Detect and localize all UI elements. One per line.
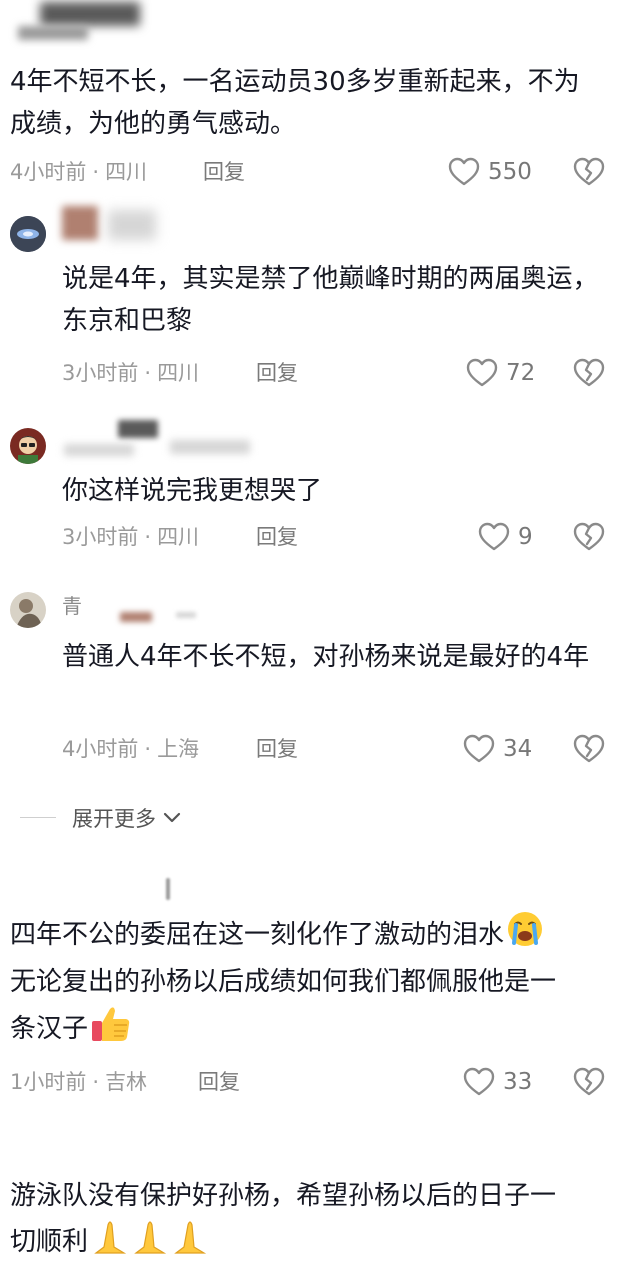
reply-button[interactable]: 回复	[203, 157, 245, 187]
like-button[interactable]: 34	[463, 732, 532, 766]
like-button[interactable]: 33	[463, 1065, 532, 1099]
folded-hands-emoji	[90, 1217, 210, 1268]
username-blurred	[40, 2, 140, 26]
heart-outline-icon	[463, 734, 495, 763]
reply-location: 四川	[157, 361, 200, 385]
reply-button[interactable]: 回复	[256, 358, 298, 388]
username-blurred	[120, 612, 152, 622]
comment-text-line: 四年不公的委屈在这一刻化作了激动的泪水	[10, 920, 505, 950]
comment-meta: 1小时前 · 吉林	[10, 1067, 147, 1097]
like-count: 72	[506, 360, 536, 386]
like-count: 34	[503, 736, 533, 762]
reply-location: 四川	[157, 525, 200, 549]
separator-dot: ·	[144, 525, 152, 549]
reply-time: 3小时前	[62, 361, 139, 385]
username-blurred	[18, 26, 88, 40]
broken-heart-icon	[573, 734, 605, 763]
dislike-button[interactable]	[572, 356, 606, 390]
username-fragment: 青	[62, 594, 82, 618]
reply-meta: 3小时前 · 四川	[62, 522, 199, 552]
reply-button[interactable]: 回复	[256, 734, 298, 764]
reply-button[interactable]: 回复	[198, 1067, 240, 1097]
reply-text: 你这样说完我更想哭了	[62, 476, 323, 506]
loudly-crying-face-emoji	[506, 910, 544, 961]
username-blurred	[64, 444, 134, 456]
comment-text-line: 条汉子	[10, 1014, 89, 1044]
heart-outline-icon	[466, 358, 498, 387]
separator-dot: ·	[144, 361, 152, 385]
thumbs-up-emoji	[90, 1003, 132, 1056]
comment-time: 1小时前	[10, 1070, 87, 1094]
reply-time: 4小时前	[62, 737, 139, 761]
comment-time: 4小时前	[10, 160, 87, 184]
like-count: 33	[503, 1069, 533, 1095]
reply-location: 上海	[157, 737, 200, 761]
username-blurred	[62, 206, 98, 240]
dislike-button[interactable]	[572, 520, 606, 554]
reply-text: 普通人4年不长不短，对孙杨来说是最好的4年	[62, 642, 590, 672]
comment-text-line: 无论复出的孙杨以后成绩如何我们都佩服他是一	[10, 967, 557, 997]
broken-heart-icon	[573, 358, 605, 387]
username-blurred	[170, 440, 250, 454]
avatar-image	[10, 592, 46, 628]
separator-dot: ·	[92, 160, 100, 184]
username-blurred	[108, 210, 156, 240]
expand-more-label: 展开更多	[72, 807, 156, 831]
broken-heart-icon	[573, 157, 605, 186]
comment-text: 游泳队没有保护好孙杨，希望孙杨以后的日子一 切顺利	[10, 1175, 630, 1268]
comment-text-line: 游泳队没有保护好孙杨，希望孙杨以后的日子一	[10, 1181, 557, 1211]
like-button[interactable]: 9	[478, 520, 533, 554]
separator-dot: ·	[92, 1070, 100, 1094]
like-button[interactable]: 550	[448, 155, 532, 189]
heart-outline-icon	[478, 522, 510, 551]
broken-heart-icon	[573, 1067, 605, 1096]
separator-dot: ·	[144, 737, 152, 761]
comment-text-line: 切顺利	[10, 1227, 89, 1257]
avatar[interactable]	[10, 428, 46, 464]
avatar-image	[10, 428, 46, 464]
like-count: 550	[488, 159, 532, 185]
avatar[interactable]	[10, 216, 46, 252]
reply-time: 3小时前	[62, 525, 139, 549]
reply-meta: 3小时前 · 四川	[62, 358, 199, 388]
expand-divider	[20, 817, 56, 818]
broken-heart-icon	[573, 522, 605, 551]
comment-location: 吉林	[105, 1070, 148, 1094]
username-blurred	[166, 878, 170, 900]
heart-outline-icon	[463, 1067, 495, 1096]
avatar[interactable]	[10, 592, 46, 628]
dislike-button[interactable]	[572, 732, 606, 766]
like-button[interactable]: 72	[466, 356, 535, 390]
comment-location: 四川	[105, 160, 148, 184]
expand-more-button[interactable]: 展开更多	[72, 802, 182, 834]
reply-text: 说是4年，其实是禁了他巅峰时期的两届奥运，东京和巴黎	[62, 264, 599, 336]
username-blurred	[118, 420, 158, 438]
like-count: 9	[518, 524, 533, 550]
chevron-down-icon	[163, 812, 181, 823]
dislike-button[interactable]	[572, 155, 606, 189]
dislike-button[interactable]	[572, 1065, 606, 1099]
comment-meta: 4小时前 · 四川	[10, 157, 147, 187]
avatar-image	[10, 216, 46, 252]
reply-meta: 4小时前 · 上海	[62, 734, 199, 764]
comment-text: 4年不短不长，一名运动员30多岁重新起来，不为成绩，为他的勇气感动。	[10, 67, 580, 139]
reply-button[interactable]: 回复	[256, 522, 298, 552]
heart-outline-icon	[448, 157, 480, 186]
username-blurred	[176, 612, 196, 618]
comment-text: 四年不公的委屈在这一刻化作了激动的泪水 无论复出的孙杨以后成绩如何我们都佩服他是…	[10, 910, 630, 1056]
